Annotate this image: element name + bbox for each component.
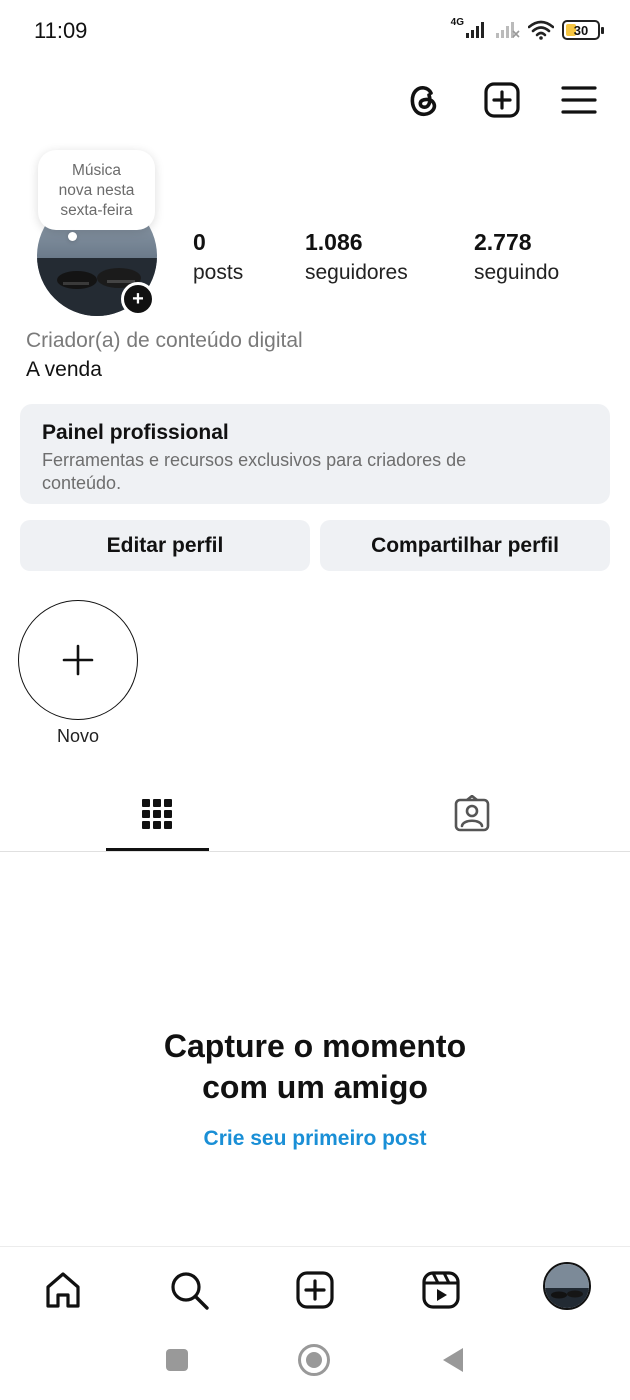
threads-icon[interactable] bbox=[402, 78, 446, 122]
signal-off-icon bbox=[496, 22, 520, 38]
note-line: Música bbox=[71, 162, 122, 179]
tab-tagged[interactable] bbox=[452, 794, 492, 834]
create-post-icon[interactable] bbox=[480, 78, 524, 122]
profile-tab-avatar[interactable] bbox=[543, 1262, 591, 1310]
stat-followers[interactable]: 1.086 seguidores bbox=[305, 228, 408, 290]
grid-icon bbox=[142, 799, 172, 829]
status-time: 11:09 bbox=[34, 18, 88, 43]
tagged-icon bbox=[454, 795, 490, 832]
empty-state-line: com um amigo bbox=[202, 1069, 428, 1105]
tab-grid[interactable] bbox=[137, 794, 177, 834]
stat-label: seguindo bbox=[474, 261, 560, 284]
stat-value: 1.086 bbox=[305, 229, 363, 255]
circle-icon bbox=[298, 1344, 330, 1376]
square-icon bbox=[166, 1349, 188, 1371]
back-button[interactable] bbox=[436, 1343, 470, 1377]
back-triangle-icon bbox=[443, 1348, 463, 1372]
home-icon[interactable] bbox=[39, 1266, 87, 1314]
battery-icon: 30 bbox=[562, 20, 604, 40]
note-line: sexta-feira bbox=[60, 202, 133, 219]
profile-category: Criador(a) de conteúdo digital bbox=[26, 329, 303, 352]
wifi-icon bbox=[528, 20, 554, 40]
network-type: 4G bbox=[450, 16, 464, 28]
panel-description: Ferramentas e recursos exclusivos para c… bbox=[42, 449, 588, 495]
menu-icon[interactable] bbox=[557, 78, 601, 122]
edit-profile-button[interactable]: Editar perfil bbox=[20, 520, 310, 571]
tab-divider bbox=[0, 851, 630, 852]
reels-icon[interactable] bbox=[417, 1266, 465, 1314]
create-first-post-link[interactable]: Crie seu primeiro post bbox=[0, 1127, 630, 1151]
professional-dashboard[interactable]: Painel profissional Ferramentas e recurs… bbox=[20, 404, 610, 504]
plus-icon bbox=[62, 644, 94, 676]
add-story-icon[interactable]: + bbox=[121, 282, 155, 316]
home-button[interactable] bbox=[297, 1343, 331, 1377]
stat-value: 2.778 bbox=[474, 229, 532, 255]
stat-label: posts bbox=[193, 261, 244, 284]
recents-button[interactable] bbox=[160, 1343, 194, 1377]
note-bubble-tail bbox=[68, 232, 77, 241]
note-line: nova nesta bbox=[58, 182, 135, 199]
stat-following[interactable]: 2.778 seguindo bbox=[474, 228, 559, 290]
search-icon[interactable] bbox=[165, 1266, 213, 1314]
empty-state-title: Capture o momento com um amigo bbox=[0, 1026, 630, 1108]
highlight-label: Novo bbox=[56, 726, 100, 746]
battery-level: 30 bbox=[573, 22, 589, 38]
panel-title: Painel profissional bbox=[42, 421, 229, 444]
stat-label: seguidores bbox=[305, 261, 408, 284]
empty-state-line: Capture o momento bbox=[163, 1028, 467, 1064]
profile-note[interactable]: Música nova nesta sexta-feira bbox=[38, 150, 155, 230]
panel-description-line: Ferramentas e recursos exclusivos para c… bbox=[42, 450, 467, 470]
create-icon[interactable] bbox=[291, 1266, 339, 1314]
share-profile-button[interactable]: Compartilhar perfil bbox=[320, 520, 610, 571]
panel-description-line: conteúdo. bbox=[42, 473, 122, 493]
new-highlight-button[interactable] bbox=[18, 600, 138, 720]
stat-posts[interactable]: 0 posts bbox=[193, 228, 243, 290]
status-icons: 4G 30 bbox=[450, 16, 604, 40]
profile-bio: A venda bbox=[26, 358, 102, 381]
stat-value: 0 bbox=[193, 229, 206, 255]
signal-icon bbox=[466, 22, 484, 38]
